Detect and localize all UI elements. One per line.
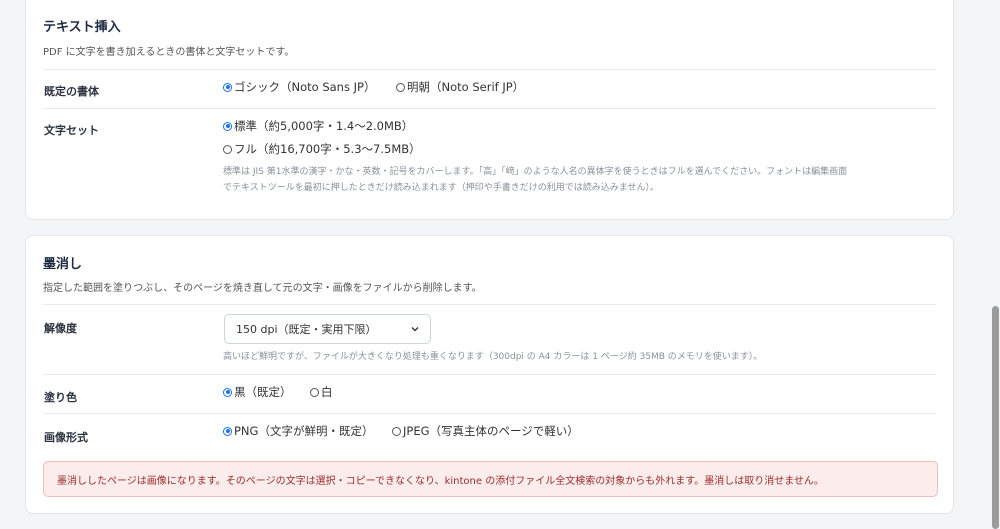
format-png-radio[interactable]: PNG（文字が鮮明・既定） [223, 423, 373, 439]
scrollbar[interactable] [991, 0, 1000, 529]
radio-checked-icon [223, 426, 232, 436]
format-jpeg-label: JPEG（写真主体のページで軽い） [403, 424, 579, 438]
image-format-label: 画像形式 [44, 431, 88, 444]
divider [43, 108, 936, 109]
resolution-label: 解像度 [44, 322, 77, 335]
resolution-note: 高いほど鮮明ですが、ファイルが大きくなり処理も重くなります（300dpi の A… [223, 352, 763, 362]
charset-standard-label: 標準（約5,000字・1.4〜2.0MB） [234, 119, 414, 133]
section-description: PDF に文字を書き加えるときの書体と文字セットです。 [43, 47, 295, 58]
section-title: 墨消し [43, 257, 83, 272]
font-gothic-radio[interactable]: ゴシック（Noto Sans JP） [223, 79, 375, 95]
charset-standard-radio[interactable]: 標準（約5,000字・1.4〜2.0MB） [223, 118, 413, 134]
redaction-section: 墨消し 指定した範囲を塗りつぶし、そのページを焼き直して元の文字・画像をファイル… [25, 235, 954, 514]
section-title: テキスト挿入 [43, 20, 121, 35]
font-mincho-radio[interactable]: 明朝（Noto Serif JP） [396, 79, 524, 95]
charset-note: 標準は JIS 第1水準の漢字・かな・英数・記号をカバーします。「高」「﨑」のよ… [223, 164, 943, 196]
fill-black-label: 黒（既定） [234, 385, 292, 399]
resolution-select[interactable]: 150 dpi（既定・実用下限） [224, 314, 431, 344]
radio-checked-icon [223, 121, 232, 131]
charset-full-label: フル（約16,700字・5.3〜7.5MB） [234, 142, 421, 156]
divider [43, 69, 936, 70]
divider [43, 304, 936, 305]
divider [43, 413, 936, 414]
default-font-label: 既定の書体 [44, 85, 99, 98]
chevron-down-icon [411, 327, 419, 332]
charset-label: 文字セット [44, 124, 99, 137]
font-gothic-label: ゴシック（Noto Sans JP） [234, 80, 376, 94]
charset-note-line2: でテキストツールを最初に押したときだけ読み込まれます（押印や手書きだけの利用では… [223, 183, 659, 193]
radio-unchecked-icon [223, 144, 232, 154]
scrollbar-thumb[interactable] [992, 306, 999, 529]
fill-white-label: 白 [321, 385, 333, 399]
section-description: 指定した範囲を塗りつぶし、そのページを焼き直して元の文字・画像をファイルから削除… [43, 283, 482, 294]
radio-unchecked-icon [392, 426, 401, 436]
radio-checked-icon [223, 387, 232, 397]
redaction-warning: 墨消ししたページは画像になります。そのページの文字は選択・コピーできなくなり、k… [43, 461, 938, 497]
radio-unchecked-icon [396, 82, 405, 92]
charset-note-line1: 標準は JIS 第1水準の漢字・かな・英数・記号をカバーします。「高」「﨑」のよ… [223, 167, 848, 177]
text-insert-section: テキスト挿入 PDF に文字を書き加えるときの書体と文字セットです。 既定の書体… [25, 0, 954, 220]
font-mincho-label: 明朝（Noto Serif JP） [407, 80, 525, 94]
divider [43, 374, 936, 375]
format-png-label: PNG（文字が鮮明・既定） [234, 424, 374, 438]
radio-unchecked-icon [310, 387, 319, 397]
warning-text: 墨消ししたページは画像になります。そのページの文字は選択・コピーできなくなり、k… [57, 475, 824, 487]
resolution-select-value: 150 dpi（既定・実用下限） [236, 323, 377, 336]
fill-black-radio[interactable]: 黒（既定） [223, 384, 292, 400]
fill-white-radio[interactable]: 白 [310, 384, 333, 400]
format-jpeg-radio[interactable]: JPEG（写真主体のページで軽い） [392, 423, 579, 439]
radio-checked-icon [223, 82, 232, 92]
charset-full-radio[interactable]: フル（約16,700字・5.3〜7.5MB） [223, 141, 421, 157]
fill-color-label: 塗り色 [44, 391, 77, 404]
